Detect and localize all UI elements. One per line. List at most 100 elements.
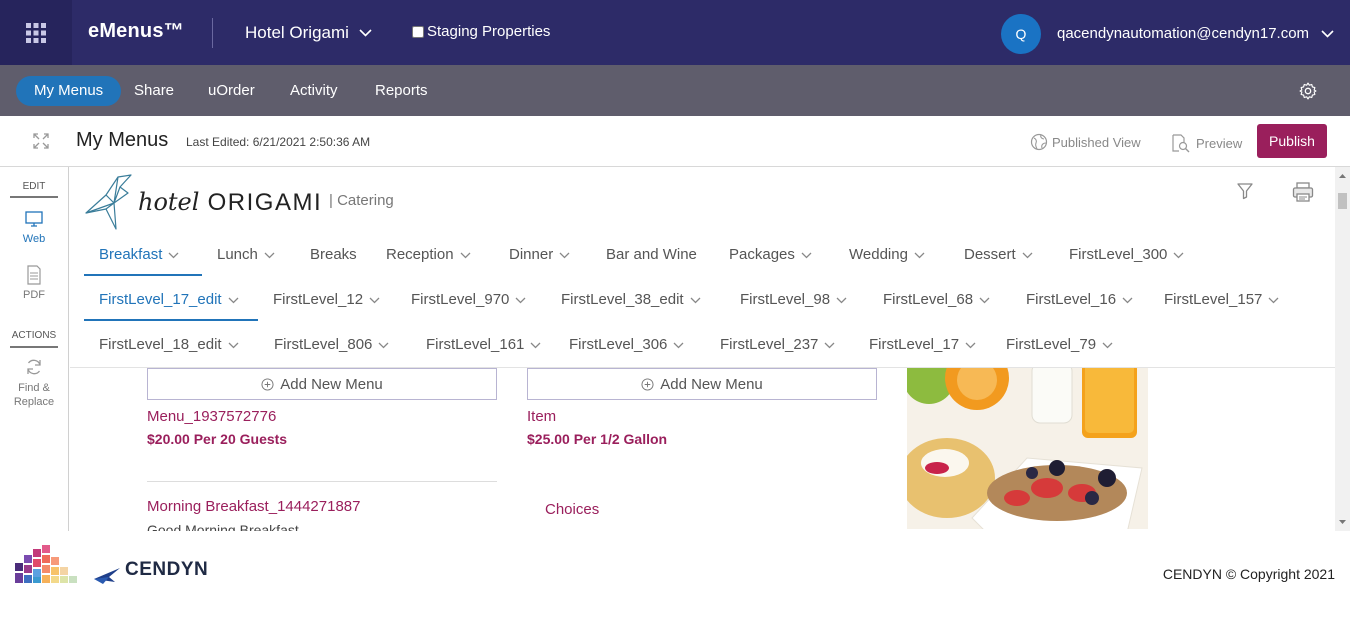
app-launcher-button[interactable]	[0, 0, 72, 65]
cendyn-plane-icon	[94, 568, 120, 584]
origami-crane-icon	[85, 174, 132, 230]
add-new-menu-button[interactable]: Add New Menu	[147, 368, 497, 400]
hotel-selector[interactable]: Hotel Origami	[245, 23, 372, 43]
choices-link[interactable]: Choices	[545, 501, 599, 518]
staging-properties-toggle[interactable]: Staging Properties	[412, 23, 550, 40]
tab-firstlevel-306[interactable]: FirstLevel_306	[569, 330, 684, 360]
tab-firstlevel-68[interactable]: FirstLevel_68	[883, 285, 990, 315]
tab-label: FirstLevel_12	[273, 291, 364, 308]
web-mode-button[interactable]: Web	[0, 232, 68, 246]
user-email: qacendynautomation@cendyn17.com	[1057, 25, 1310, 42]
tab-firstlevel-79[interactable]: FirstLevel_79	[1006, 330, 1113, 360]
gear-icon[interactable]	[1298, 81, 1318, 101]
menu-item-title[interactable]: Item	[527, 408, 556, 425]
tab-label: FirstLevel_68	[883, 291, 974, 308]
top-bar: eMenus™ Hotel Origami Staging Properties…	[0, 0, 1350, 65]
scroll-down-icon[interactable]	[1335, 517, 1350, 527]
chevron-down-icon	[1122, 297, 1133, 303]
chevron-down-icon	[979, 297, 990, 303]
nav-share[interactable]: Share	[134, 76, 174, 106]
user-menu[interactable]: qacendynautomation@cendyn17.com	[1057, 25, 1334, 42]
tab-dessert[interactable]: Dessert	[964, 240, 1033, 270]
publish-button[interactable]: Publish	[1257, 124, 1327, 158]
menu-editor: hotel ORIGAMI | Catering Breakfast Lunch B…	[70, 167, 1335, 531]
tab-wedding[interactable]: Wedding	[849, 240, 925, 270]
hotel-origami-logo: hotel ORIGAMI	[84, 173, 322, 231]
nav-activity[interactable]: Activity	[290, 76, 338, 106]
tab-firstlevel-806[interactable]: FirstLevel_806	[274, 330, 389, 360]
tab-firstlevel-17-edit[interactable]: FirstLevel_17_edit	[99, 285, 239, 315]
tab-label: FirstLevel_18_edit	[99, 336, 222, 353]
tab-breakfast[interactable]: Breakfast	[99, 240, 179, 270]
chevron-down-icon	[228, 297, 239, 303]
chevron-down-icon	[673, 342, 684, 348]
content-scrollbar[interactable]	[1335, 167, 1350, 531]
hotel-selector-label: Hotel Origami	[245, 23, 349, 42]
tab-dinner[interactable]: Dinner	[509, 240, 570, 270]
expand-icon[interactable]	[33, 133, 49, 149]
tab-firstlevel-161[interactable]: FirstLevel_161	[426, 330, 541, 360]
staging-label: Staging Properties	[427, 23, 551, 40]
nav-reports[interactable]: Reports	[375, 76, 428, 106]
preview-button[interactable]: Preview	[1170, 133, 1242, 153]
tab-firstlevel-17[interactable]: FirstLevel_17	[869, 330, 976, 360]
add-new-menu-button[interactable]: Add New Menu	[527, 368, 877, 400]
tab-firstlevel-970[interactable]: FirstLevel_970	[411, 285, 526, 315]
main-nav: My Menus Share uOrder Activity Reports	[0, 65, 1350, 116]
tab-bar-and-wine[interactable]: Bar and Wine	[606, 240, 697, 270]
tab-firstlevel-18-edit[interactable]: FirstLevel_18_edit	[99, 330, 239, 360]
tab-firstlevel-16[interactable]: FirstLevel_16	[1026, 285, 1133, 315]
add-new-menu-label: Add New Menu	[660, 375, 763, 393]
app-name: eMenus™	[88, 20, 184, 42]
nav-uorder[interactable]: uOrder	[208, 76, 255, 106]
tab-label: FirstLevel_79	[1006, 336, 1097, 353]
cendyn-logo: CENDYN	[15, 545, 208, 585]
menu-item-description: Good Morning Breakfast	[147, 522, 299, 531]
chevron-down-icon	[264, 252, 275, 258]
tab-packages[interactable]: Packages	[729, 240, 812, 270]
menu-item-price: $20.00 Per 20 Guests	[147, 431, 288, 447]
tab-label: FirstLevel_806	[274, 336, 373, 353]
chevron-down-icon	[378, 342, 389, 348]
nav-my-menus[interactable]: My Menus	[16, 76, 122, 106]
item-divider	[147, 481, 497, 482]
pdf-mode-button[interactable]: PDF	[0, 288, 68, 302]
tab-firstlevel-12[interactable]: FirstLevel_12	[273, 285, 380, 315]
tab-breaks[interactable]: Breaks	[310, 240, 357, 270]
menu-item-title[interactable]: Menu_1937572776	[147, 408, 276, 425]
tab-label: Dessert	[964, 246, 1016, 263]
pdf-icon[interactable]	[24, 265, 44, 285]
monitor-icon[interactable]	[24, 209, 44, 229]
tab-firstlevel-98[interactable]: FirstLevel_98	[740, 285, 847, 315]
staging-checkbox[interactable]	[412, 25, 424, 38]
find-replace-button[interactable]: Find & Replace	[0, 381, 68, 409]
chevron-down-icon	[559, 252, 570, 258]
scroll-up-icon[interactable]	[1335, 171, 1350, 181]
tab-label: FirstLevel_16	[1026, 291, 1117, 308]
tab-label: FirstLevel_17_edit	[99, 291, 222, 308]
tab-label: Breaks	[310, 246, 357, 263]
tab-firstlevel-157[interactable]: FirstLevel_157	[1164, 285, 1279, 315]
last-edited: Last Edited: 6/21/2021 2:50:36 AM	[186, 135, 371, 149]
published-view-label: Published View	[1052, 134, 1141, 150]
filter-icon[interactable]	[1236, 182, 1254, 200]
published-view-button[interactable]: Published View	[1030, 133, 1141, 151]
tab-firstlevel-38-edit[interactable]: FirstLevel_38_edit	[561, 285, 701, 315]
refresh-icon[interactable]	[24, 357, 44, 377]
preview-icon	[1172, 134, 1190, 153]
tab-label: Bar and Wine	[606, 246, 697, 263]
menu-item-title[interactable]: Morning Breakfast_1444271887	[147, 498, 361, 515]
avatar[interactable]: Q	[1001, 14, 1041, 54]
scrollbar-thumb[interactable]	[1338, 193, 1347, 209]
tab-firstlevel-300[interactable]: FirstLevel_300	[1069, 240, 1184, 270]
chevron-down-icon	[690, 297, 701, 303]
tab-lunch[interactable]: Lunch	[217, 240, 275, 270]
logo-wordmark: hotel ORIGAMI	[138, 188, 322, 217]
section-name: | Catering	[329, 192, 394, 209]
globe-icon	[1030, 133, 1048, 151]
tab-reception[interactable]: Reception	[386, 240, 471, 270]
print-icon[interactable]	[1292, 181, 1314, 203]
tab-firstlevel-237[interactable]: FirstLevel_237	[720, 330, 835, 360]
chevron-down-icon	[515, 297, 526, 303]
page-title: My Menus	[76, 129, 169, 151]
